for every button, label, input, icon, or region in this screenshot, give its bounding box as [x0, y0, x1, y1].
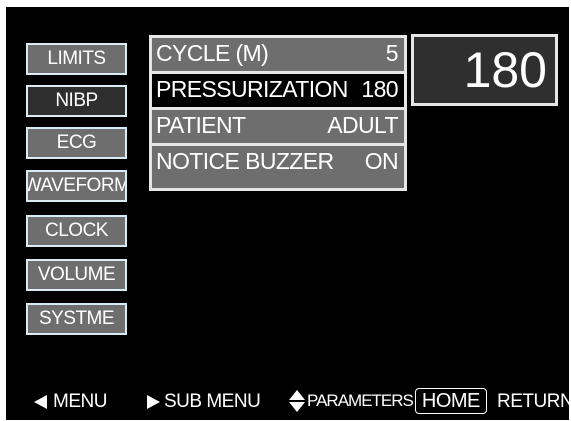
return-label: RETURN — [497, 391, 569, 412]
param-label: PRESSURIZATION — [156, 76, 348, 102]
value-display: 180 — [411, 34, 558, 106]
param-label: PATIENT — [156, 112, 246, 138]
menu-label: MENU — [53, 391, 107, 412]
triangle-left-icon — [34, 395, 47, 409]
param-value: ON — [364, 148, 399, 174]
param-row-notice-buzzer[interactable]: NOTICE BUZZER ON — [152, 146, 404, 179]
sidebar-item-ecg[interactable]: ECG — [26, 127, 127, 159]
sidebar-item-waveform[interactable]: WAVEFORM — [26, 170, 127, 202]
sidebar-item-label: LIMITS — [47, 48, 106, 69]
home-button[interactable]: HOME — [414, 388, 487, 414]
parameter-list: CYCLE (M) 5 PRESSURIZATION 180 PATIENT A… — [149, 35, 407, 191]
param-label: NOTICE BUZZER — [156, 148, 334, 174]
sidebar-item-label: SYSTME — [38, 308, 115, 329]
triangle-right-icon — [147, 395, 160, 409]
display-value: 180 — [463, 42, 547, 98]
sidebar-item-label: WAVEFORM — [26, 175, 127, 196]
sidebar-item-nibp[interactable]: NIBP — [26, 85, 127, 117]
submenu-hint[interactable]: SUB MENU — [147, 391, 261, 413]
param-value: 5 — [385, 40, 399, 66]
footer-bar: MENU SUB MENU PARAMETERS HOME RETURN — [6, 387, 569, 417]
sidebar-item-label: VOLUME — [37, 264, 116, 285]
param-label: CYCLE (M) — [156, 40, 269, 66]
param-value: ADULT — [327, 112, 398, 138]
param-row-patient[interactable]: PATIENT ADULT — [152, 110, 404, 143]
sidebar-item-systme[interactable]: SYSTME — [26, 303, 127, 335]
param-row-pressurization[interactable]: PRESSURIZATION 180 — [152, 74, 404, 107]
parameters-hint[interactable]: PARAMETERS HOME — [289, 388, 487, 414]
param-row-cycle[interactable]: CYCLE (M) 5 — [152, 38, 404, 71]
param-value: 180 — [361, 76, 398, 102]
return-hint[interactable]: RETURN — [497, 391, 569, 413]
sidebar-item-limits[interactable]: LIMITS — [26, 43, 127, 75]
submenu-label: SUB MENU — [164, 391, 261, 412]
up-down-arrows-icon — [289, 390, 305, 412]
sidebar-item-label: ECG — [56, 132, 97, 153]
sidebar-item-label: NIBP — [55, 90, 98, 111]
sidebar-item-clock[interactable]: CLOCK — [26, 215, 127, 247]
menu-hint[interactable]: MENU — [34, 391, 107, 413]
monitor-screen: LIMITS NIBP ECG WAVEFORM CLOCK VOLUME SY… — [6, 7, 569, 420]
sidebar-item-volume[interactable]: VOLUME — [26, 259, 127, 291]
parameters-label: PARAMETERS — [307, 391, 414, 410]
sidebar-item-label: CLOCK — [45, 220, 108, 241]
